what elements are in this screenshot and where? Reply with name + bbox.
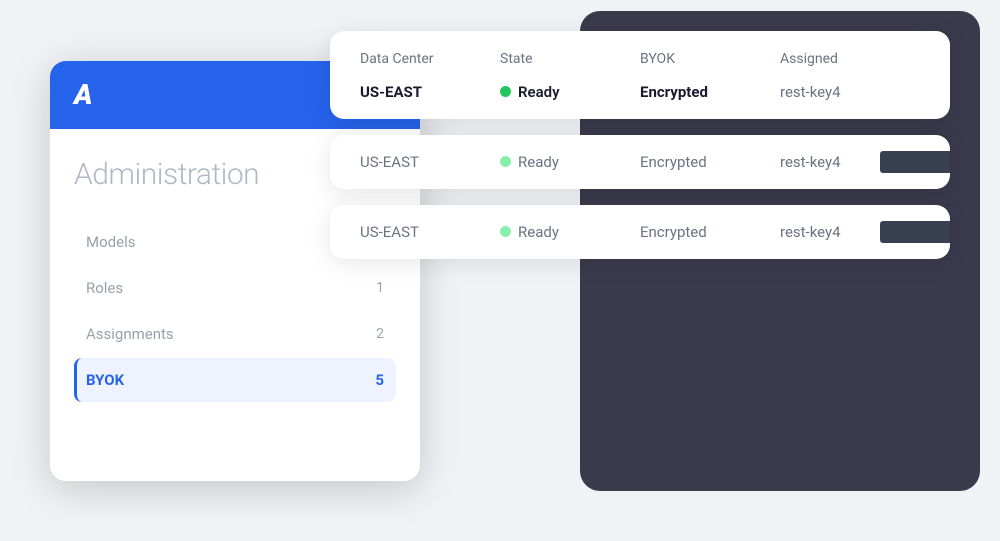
cell-state-1: Ready	[500, 83, 640, 101]
sidebar-item-byok[interactable]: BYOK 5	[74, 358, 396, 402]
sidebar-count-roles: 1	[376, 280, 384, 296]
status-dot-1	[500, 86, 511, 97]
cell-datacenter-1: US-EAST	[360, 83, 500, 101]
cell-datacenter-3: US-EAST	[360, 223, 500, 241]
table-row: US-EAST Ready Encrypted rest-key4	[360, 83, 920, 101]
col-header-assigned: Assigned	[780, 51, 920, 67]
col-header-byok: BYOK	[640, 51, 780, 67]
app-logo: A	[74, 78, 91, 111]
cell-datacenter-2: US-EAST	[360, 153, 500, 171]
table-row-card-3: US-EAST Ready Encrypted rest-key4	[330, 205, 950, 259]
status-dot-3	[500, 226, 511, 237]
table-row-3: US-EAST Ready Encrypted rest-key4	[360, 223, 920, 241]
data-panel: Data Center State BYOK Assigned US-EAST …	[330, 31, 950, 275]
col-header-state: State	[500, 51, 640, 67]
redacted-bar-2	[880, 151, 950, 173]
col-header-datacenter: Data Center	[360, 51, 500, 67]
state-label-2: Ready	[518, 153, 559, 171]
table-header-card: Data Center State BYOK Assigned US-EAST …	[330, 31, 950, 119]
table-row-card-2: US-EAST Ready Encrypted rest-key4	[330, 135, 950, 189]
sidebar-label-byok: BYOK	[86, 371, 124, 389]
state-label-1: Ready	[518, 83, 560, 101]
cell-byok-3: Encrypted	[640, 223, 780, 241]
sidebar-label-roles: Roles	[86, 279, 123, 297]
table-columns: Data Center State BYOK Assigned	[360, 51, 920, 67]
sidebar-label-assignments: Assignments	[86, 325, 174, 343]
table-row-2: US-EAST Ready Encrypted rest-key4	[360, 153, 920, 171]
sidebar-item-assignments[interactable]: Assignments 2	[74, 312, 396, 356]
sidebar-count-byok: 5	[375, 371, 384, 389]
sidebar-count-assignments: 2	[376, 326, 384, 342]
cell-state-2: Ready	[500, 153, 640, 171]
cell-byok-1: Encrypted	[640, 83, 780, 101]
cell-assigned-1: rest-key4	[780, 83, 920, 101]
status-dot-2	[500, 156, 511, 167]
cell-state-3: Ready	[500, 223, 640, 241]
redacted-bar-3	[880, 221, 950, 243]
sidebar-label-models: Models	[86, 233, 135, 251]
cell-byok-2: Encrypted	[640, 153, 780, 171]
state-label-3: Ready	[518, 223, 559, 241]
